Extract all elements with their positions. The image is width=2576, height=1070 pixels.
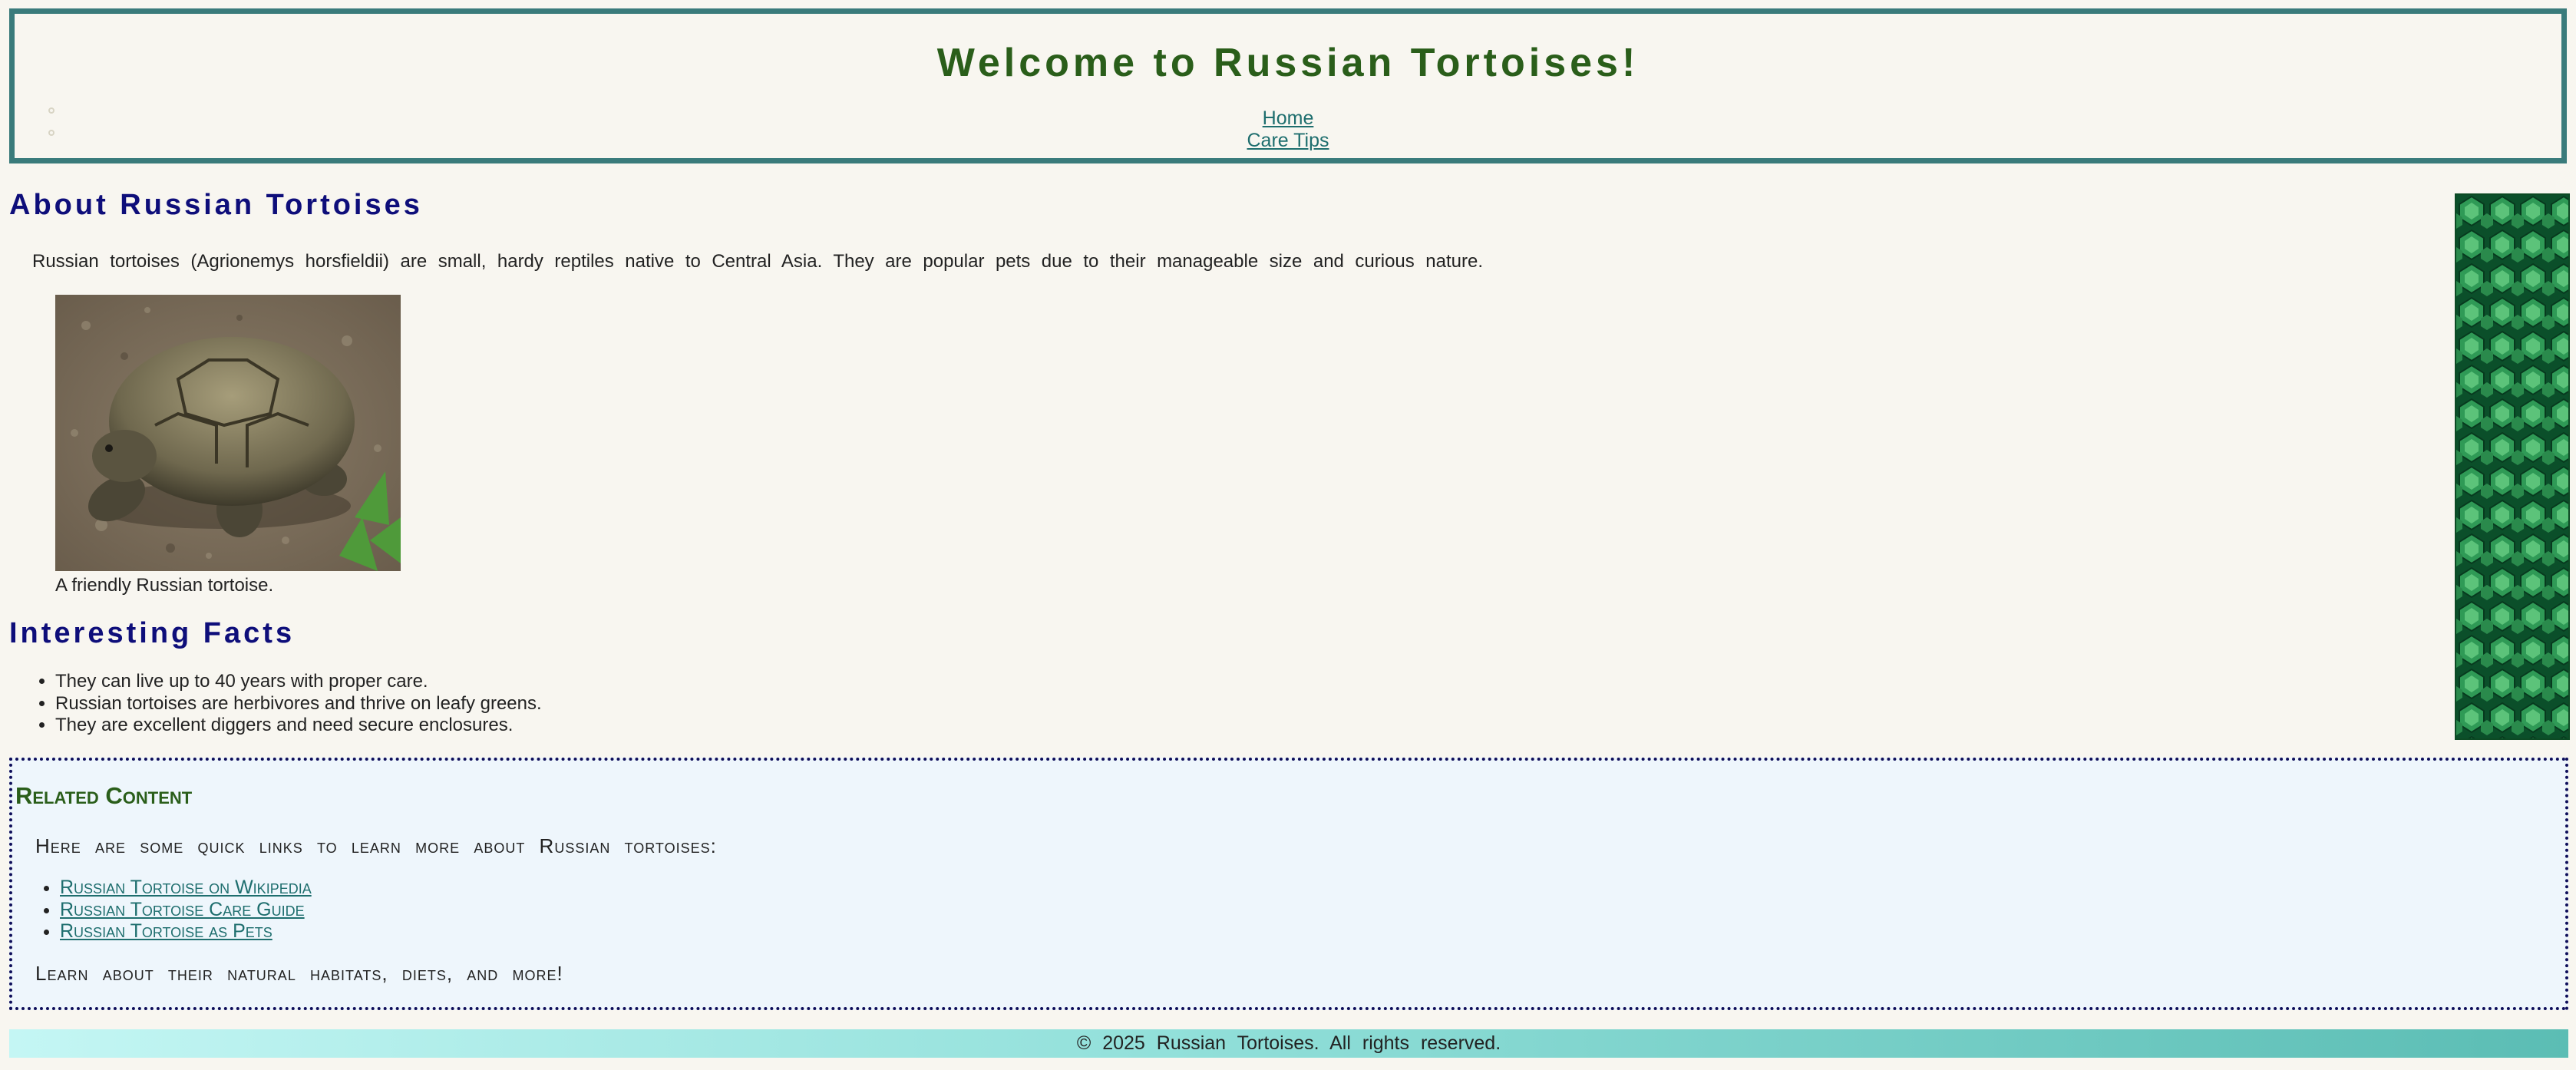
nav-link-home[interactable]: Home: [1263, 107, 1314, 129]
fact-item: They are excellent diggers and need secu…: [55, 715, 542, 737]
page: Welcome to Russian Tortoises! Home Care …: [0, 0, 2576, 1070]
related-link-item: Russian Tortoise as Pets: [60, 920, 312, 943]
related-heading: Related Content: [15, 782, 193, 809]
related-links: Russian Tortoise on Wikipedia Russian To…: [12, 877, 312, 943]
nav-bullet: [48, 130, 54, 136]
site-title: Welcome to Russian Tortoises!: [936, 41, 1640, 85]
related-link-item: Russian Tortoise Care Guide: [60, 899, 312, 921]
tortoise-figure: A friendly Russian tortoise.: [55, 295, 401, 597]
related-link-item: Russian Tortoise on Wikipedia: [60, 877, 312, 899]
link-as-pets[interactable]: Russian Tortoise as Pets: [60, 920, 272, 942]
main-nav: Home Care Tips: [15, 107, 2561, 152]
fact-item: They can live up to 40 years with proper…: [55, 671, 542, 693]
footer-text: © 2025 Russian Tortoises. All rights res…: [1076, 1032, 1501, 1054]
scale-pattern-image: [2455, 193, 2570, 740]
nav-item-home: Home: [15, 107, 2561, 130]
facts-heading: Interesting Facts: [9, 617, 296, 649]
related-lead: Here are some quick links to learn more …: [35, 834, 717, 857]
about-heading: About Russian Tortoises: [9, 189, 423, 221]
tortoise-photo: [55, 295, 401, 571]
link-wikipedia[interactable]: Russian Tortoise on Wikipedia: [60, 877, 312, 898]
tortoise-caption: A friendly Russian tortoise.: [55, 575, 274, 596]
related-content: Related Content Here are some quick link…: [9, 758, 2568, 1010]
nav-link-care-tips[interactable]: Care Tips: [1247, 130, 1329, 151]
site-header: Welcome to Russian Tortoises! Home Care …: [9, 8, 2567, 163]
about-intro: Russian tortoises (Agrionemys horsfieldi…: [32, 251, 1483, 272]
facts-list: They can live up to 40 years with proper…: [23, 671, 542, 737]
nav-item-care-tips: Care Tips: [15, 130, 2561, 152]
fact-item: Russian tortoises are herbivores and thr…: [55, 693, 542, 715]
site-footer: © 2025 Russian Tortoises. All rights res…: [9, 1029, 2568, 1058]
link-care-guide[interactable]: Russian Tortoise Care Guide: [60, 899, 305, 920]
related-tail: Learn about their natural habitats, diet…: [35, 962, 563, 985]
nav-bullet: [48, 107, 54, 114]
